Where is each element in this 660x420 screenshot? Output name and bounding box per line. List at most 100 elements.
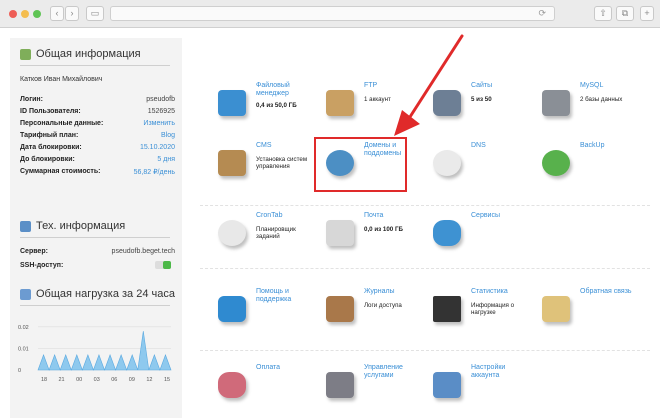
row-label: SSH-доступ: bbox=[20, 261, 64, 269]
dns-icon[interactable] bbox=[427, 144, 467, 184]
tile-title[interactable]: Статистика bbox=[471, 288, 533, 296]
divider bbox=[20, 305, 170, 306]
tile-subtitle: 0,0 из 100 ГБ bbox=[364, 226, 403, 233]
tile-mysql[interactable]: MySQL 2 базы данных bbox=[536, 82, 641, 132]
highlight-box-domains bbox=[314, 137, 407, 192]
services-icon[interactable] bbox=[427, 214, 467, 254]
manage-icon[interactable] bbox=[320, 366, 360, 406]
info-row-days-left: До блокировки: 5 дня bbox=[20, 156, 175, 163]
divider bbox=[200, 268, 650, 269]
tile-title[interactable]: BackUp bbox=[580, 142, 642, 150]
account-icon[interactable] bbox=[427, 366, 467, 406]
tabs-overview-button[interactable]: ⧉ bbox=[616, 6, 634, 21]
tile-title[interactable]: Обратная связь bbox=[580, 288, 642, 296]
tile-title[interactable]: Сервисы bbox=[471, 212, 533, 220]
cms-icon[interactable] bbox=[212, 144, 252, 184]
info-row-total-cost: Суммарная стоимость: 56,82 ₽/день bbox=[20, 168, 175, 176]
row-label: До блокировки: bbox=[20, 156, 75, 163]
load-chart: 0.02 0.01 0 18 21 00 03 06 09 12 15 bbox=[18, 325, 172, 383]
tile-title[interactable]: Оплата bbox=[256, 364, 318, 372]
x-tick-label: 06 bbox=[111, 377, 117, 383]
forward-button[interactable]: › bbox=[65, 6, 79, 21]
tile-account[interactable]: Настройки аккаунта bbox=[427, 364, 532, 414]
divider bbox=[20, 237, 170, 238]
x-tick-label: 03 bbox=[94, 377, 100, 383]
info-row-tariff: Тарифный план: Blog bbox=[20, 132, 175, 139]
info-row-block-date: Дата блокировки: 15.10.2020 bbox=[20, 144, 175, 151]
back-button[interactable]: ‹ bbox=[50, 6, 64, 21]
address-bar[interactable]: ⟳ bbox=[110, 6, 555, 21]
x-tick-label: 09 bbox=[129, 377, 135, 383]
general-info-heading: Общая информация bbox=[20, 48, 141, 60]
tile-title[interactable]: Файловый менеджер bbox=[256, 82, 318, 98]
payment-icon[interactable] bbox=[212, 366, 252, 406]
tile-services[interactable]: Сервисы bbox=[427, 212, 532, 262]
ssh-toggle[interactable] bbox=[155, 261, 171, 269]
tariff-link[interactable]: Blog bbox=[161, 132, 175, 139]
edit-personal-data-link[interactable]: Изменить bbox=[143, 120, 175, 127]
browser-toolbar: ‹ › ▭ ⟳ ⇧ ⧉ + bbox=[0, 0, 660, 28]
tech-info-heading: Тех. информация bbox=[20, 220, 125, 232]
server-value: pseudofb.beget.tech bbox=[111, 248, 175, 255]
tile-logs[interactable]: Журналы Логи доступа bbox=[320, 288, 425, 338]
divider bbox=[200, 205, 650, 206]
tile-mail[interactable]: Почта 0,0 из 100 ГБ bbox=[320, 212, 425, 262]
tile-title[interactable]: Почта bbox=[364, 212, 426, 220]
minimize-window-dot[interactable] bbox=[21, 10, 29, 18]
row-label: Персональные данные: bbox=[20, 120, 104, 127]
info-row-ssh: SSH-доступ: bbox=[20, 261, 175, 269]
days-left-link[interactable]: 5 дня bbox=[157, 156, 175, 163]
row-value: pseudofb bbox=[146, 96, 175, 103]
close-window-dot[interactable] bbox=[9, 10, 17, 18]
tile-title[interactable]: CMS bbox=[256, 142, 318, 150]
mysql-icon[interactable] bbox=[536, 84, 576, 124]
maximize-window-dot[interactable] bbox=[33, 10, 41, 18]
tile-title[interactable]: Журналы bbox=[364, 288, 426, 296]
clock-icon[interactable] bbox=[212, 214, 252, 254]
tile-title[interactable]: MySQL bbox=[580, 82, 642, 90]
ftp-icon[interactable] bbox=[320, 84, 360, 124]
tile-crontab[interactable]: CronTab Планировщик заданий bbox=[212, 212, 317, 262]
tile-cms[interactable]: CMS Установка систем управления bbox=[212, 142, 317, 192]
mail-icon[interactable] bbox=[320, 214, 360, 254]
tile-feedback[interactable]: Обратная связь bbox=[536, 288, 641, 338]
help-icon[interactable] bbox=[212, 290, 252, 330]
stats-icon[interactable] bbox=[427, 290, 467, 330]
tile-title[interactable]: CronTab bbox=[256, 212, 318, 220]
tile-title[interactable]: DNS bbox=[471, 142, 533, 150]
tile-stats[interactable]: Статистика Информация о нагрузке bbox=[427, 288, 532, 338]
sidebar-toggle-button[interactable]: ▭ bbox=[86, 6, 104, 21]
x-tick-label: 12 bbox=[146, 377, 152, 383]
tile-help[interactable]: Помощь и поддержка bbox=[212, 288, 317, 338]
tile-title[interactable]: Помощь и поддержка bbox=[256, 288, 318, 304]
row-label: ID Пользователя: bbox=[20, 108, 81, 115]
reload-icon[interactable]: ⟳ bbox=[538, 8, 546, 19]
tile-files[interactable]: Файловый менеджер 0,4 из 50,0 ГБ bbox=[212, 82, 317, 132]
tile-payment[interactable]: Оплата bbox=[212, 364, 317, 414]
logs-icon[interactable] bbox=[320, 290, 360, 330]
block-date-link[interactable]: 15.10.2020 bbox=[140, 144, 175, 151]
row-label: Сервер: bbox=[20, 248, 48, 255]
total-cost-link[interactable]: 56,82 ₽/день bbox=[134, 168, 175, 176]
tile-title[interactable]: Настройки аккаунта bbox=[471, 364, 533, 380]
tile-title[interactable]: Управление услугами bbox=[364, 364, 426, 380]
feedback-icon[interactable] bbox=[536, 290, 576, 330]
server-icon bbox=[20, 220, 31, 232]
user-name: Катков Иван Михайлович bbox=[20, 76, 103, 83]
info-row-login: Логин: pseudofb bbox=[20, 96, 175, 103]
new-tab-button[interactable]: + bbox=[640, 6, 654, 21]
info-row-personal-data: Персональные данные: Изменить bbox=[20, 120, 175, 127]
share-button[interactable]: ⇧ bbox=[594, 6, 612, 21]
red-arrow-annotation bbox=[394, 34, 464, 136]
sidebar: Общая информация Катков Иван Михайлович … bbox=[10, 38, 182, 418]
tile-manage[interactable]: Управление услугами bbox=[320, 364, 425, 414]
tile-title[interactable]: Сайты bbox=[471, 82, 533, 90]
tile-subtitle: 0,4 из 50,0 ГБ bbox=[256, 102, 297, 109]
row-value: 1526925 bbox=[147, 108, 175, 115]
file-manager-icon[interactable] bbox=[212, 84, 252, 124]
tile-backup[interactable]: BackUp bbox=[536, 142, 641, 192]
y-tick-label: 0 bbox=[18, 368, 21, 374]
tile-dns[interactable]: DNS bbox=[427, 142, 532, 192]
row-label: Тарифный план: bbox=[20, 132, 79, 139]
backup-icon[interactable] bbox=[536, 144, 576, 184]
